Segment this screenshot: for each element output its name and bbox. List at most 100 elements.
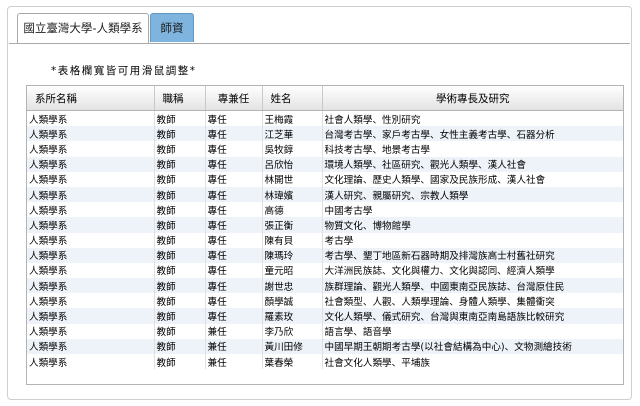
table-row[interactable]: 人類學系 教師 專任 顏學誠 社會類型、人觀、人類學理論、身體人類學、集體衝突 bbox=[27, 293, 623, 309]
cell-title: 教師 bbox=[154, 232, 206, 248]
cell-employment: 專任 bbox=[205, 202, 263, 218]
column-header-expertise[interactable]: 學術專長及研究 bbox=[322, 86, 623, 111]
table-row[interactable]: 人類學系 教師 專任 林開世 文化理論、歷史人類學、國家及民族形成、漢人社會 bbox=[27, 171, 623, 187]
cell-name: 葉春榮 bbox=[262, 354, 323, 370]
cell-name: 林瑋嬪 bbox=[262, 186, 323, 203]
cell-expertise: 考古學 bbox=[324, 236, 354, 248]
cell-title: 教師 bbox=[154, 186, 206, 203]
cell-department: 人類學系 bbox=[27, 308, 155, 324]
table-row[interactable]: 人類學系 教師 專任 陳有貝 考古學 bbox=[27, 232, 623, 248]
cell-title: 教師 bbox=[154, 308, 206, 324]
cell-employment: 專任 bbox=[205, 141, 263, 157]
cell-name: 顏學誠 bbox=[262, 293, 323, 309]
faculty-table: 系所名稱 職稱 專兼任 姓名 學術專長及研究 人類學系 教師 專任 王梅霞 社會人類學、… bbox=[26, 85, 624, 385]
table-row[interactable]: 人類學系 教師 兼任 李乃欣 語言學、語音學 bbox=[27, 323, 623, 339]
table-row[interactable]: 人類學系 教師 專任 呂欣怡 環境人類學、社區研究、觀光人類學、漢人社會 bbox=[27, 156, 623, 172]
cell-name: 羅素玫 bbox=[262, 308, 323, 324]
cell-name: 陳瑪玲 bbox=[262, 247, 323, 263]
cell-department: 人類學系 bbox=[27, 262, 155, 279]
table-row[interactable]: 人類學系 教師 專任 林瑋嬪 漢人研究、親屬研究、宗教人類學 bbox=[27, 186, 623, 203]
cell-expertise: 文化人類學、儀式研究、台灣與東南亞南島語族比較研究 bbox=[322, 308, 623, 324]
cell-department: 人類學系 bbox=[27, 171, 155, 187]
cell-department: 人類學系 bbox=[27, 126, 155, 142]
cell-expertise: 科技考古學、地景考古學 bbox=[324, 144, 431, 156]
column-resize-hint: *表格欄寬皆可用滑鼠調整* bbox=[51, 65, 197, 77]
cell-name: 李乃欣 bbox=[262, 323, 323, 339]
tab-department[interactable]: 國立臺灣大學-人類學系 bbox=[17, 13, 149, 43]
cell-employment: 專任 bbox=[205, 186, 263, 203]
cell-department: 人類學系 bbox=[27, 354, 155, 370]
cell-title: 教師 bbox=[154, 338, 206, 354]
cell-name: 童元昭 bbox=[262, 262, 323, 279]
cell-name: 江芝華 bbox=[262, 126, 323, 142]
cell-title: 教師 bbox=[154, 323, 206, 339]
cell-expertise: 族群理論、觀光人類學、中國東南亞民族誌、台灣原住民 bbox=[322, 278, 623, 294]
table-row[interactable]: 人類學系 教師 專任 王梅霞 社會人類學、性別研究 bbox=[27, 110, 623, 127]
cell-expertise: 漢人研究、親屬研究、宗教人類學 bbox=[322, 186, 623, 203]
cell-department: 人類學系 bbox=[27, 202, 155, 218]
table-row[interactable]: 人類學系 教師 兼任 黃川田修 中國早期王朝期考古學(以社會結構為中心)、文物測繪技術 bbox=[27, 338, 623, 354]
cell-title: 教師 bbox=[154, 110, 206, 127]
cell-title: 教師 bbox=[154, 141, 206, 157]
cell-expertise: 文化理論、歷史人類學、國家及民族形成、漢人社會 bbox=[324, 175, 546, 187]
table-row[interactable]: 人類學系 教師 專任 謝世忠 族群理論、觀光人類學、中國東南亞民族誌、台灣原住民 bbox=[27, 278, 623, 294]
cell-expertise: 中國考古學 bbox=[324, 205, 373, 217]
column-header-department[interactable]: 系所名稱 bbox=[27, 86, 155, 111]
cell-expertise: 大洋洲民族誌、文化與權力、文化與認同、經濟人類學 bbox=[324, 266, 555, 278]
cell-title: 教師 bbox=[154, 202, 206, 218]
cell-employment: 專任 bbox=[205, 308, 263, 324]
cell-title: 教師 bbox=[154, 156, 206, 172]
cell-name: 謝世忠 bbox=[262, 278, 323, 294]
cell-employment: 專任 bbox=[205, 278, 263, 294]
cell-department: 人類學系 bbox=[27, 156, 155, 172]
cell-expertise: 環境人類學、社區研究、觀光人類學、漢人社會 bbox=[322, 156, 623, 172]
cell-title: 教師 bbox=[154, 293, 206, 309]
table-row[interactable]: 人類學系 教師 兼任 葉春榮 社會文化人類學、平埔族 bbox=[27, 354, 623, 370]
cell-title: 教師 bbox=[154, 278, 206, 294]
cell-name: 張正衡 bbox=[262, 217, 323, 233]
tab-bar: 國立臺灣大學-人類學系 師資 bbox=[9, 8, 630, 44]
cell-name: 黃川田修 bbox=[262, 338, 323, 354]
tab-faculty[interactable]: 師資 bbox=[150, 13, 194, 42]
column-header-title[interactable]: 職稱 bbox=[154, 86, 206, 111]
table-row[interactable]: 人類學系 教師 專任 羅素玫 文化人類學、儀式研究、台灣與東南亞南島語族比較研究 bbox=[27, 308, 623, 324]
cell-employment: 專任 bbox=[205, 126, 263, 142]
cell-employment: 專任 bbox=[205, 247, 263, 263]
cell-expertise: 台灣考古學、家戶考古學、女性主義考古學、石器分析 bbox=[322, 126, 623, 142]
cell-name: 呂欣怡 bbox=[262, 156, 323, 172]
cell-department: 人類學系 bbox=[27, 278, 155, 294]
cell-department: 人類學系 bbox=[27, 110, 155, 127]
table-row[interactable]: 人類學系 教師 專任 童元昭 大洋洲民族誌、文化與權力、文化與認同、經濟人類學 bbox=[27, 262, 623, 279]
cell-employment: 專任 bbox=[205, 232, 263, 248]
cell-department: 人類學系 bbox=[27, 247, 155, 263]
cell-employment: 專任 bbox=[205, 156, 263, 172]
cell-employment: 專任 bbox=[205, 171, 263, 187]
cell-name: 王梅霞 bbox=[262, 110, 323, 127]
cell-title: 教師 bbox=[154, 126, 206, 142]
cell-department: 人類學系 bbox=[27, 293, 155, 309]
cell-name: 高德 bbox=[262, 202, 323, 218]
cell-name: 吳牧錞 bbox=[262, 141, 323, 157]
cell-expertise: 社會文化人類學、平埔族 bbox=[324, 357, 431, 369]
table-row[interactable]: 人類學系 教師 專任 江芝華 台灣考古學、家戶考古學、女性主義考古學、石器分析 bbox=[27, 126, 623, 142]
cell-title: 教師 bbox=[154, 171, 206, 187]
cell-expertise: 物質文化、博物館學 bbox=[322, 217, 623, 233]
cell-employment: 專任 bbox=[205, 293, 263, 309]
cell-employment: 專任 bbox=[205, 262, 263, 279]
cell-department: 人類學系 bbox=[27, 141, 155, 157]
cell-department: 人類學系 bbox=[27, 338, 155, 354]
cell-expertise: 社會人類學、性別研究 bbox=[324, 114, 421, 126]
table-row[interactable]: 人類學系 教師 專任 高德 中國考古學 bbox=[27, 202, 623, 218]
cell-name: 陳有貝 bbox=[262, 232, 323, 248]
cell-title: 教師 bbox=[154, 354, 206, 370]
table-row[interactable]: 人類學系 教師 專任 張正衡 物質文化、博物館學 bbox=[27, 217, 623, 233]
table-row[interactable]: 人類學系 教師 專任 吳牧錞 科技考古學、地景考古學 bbox=[27, 141, 623, 157]
column-header-name[interactable]: 姓名 bbox=[262, 86, 323, 111]
cell-employment: 專任 bbox=[205, 217, 263, 233]
table-row[interactable]: 人類學系 教師 專任 陳瑪玲 考古學、墾丁地區新石器時期及排灣族高士村舊社研究 bbox=[27, 247, 623, 263]
column-header-employment[interactable]: 專兼任 bbox=[205, 86, 263, 111]
cell-expertise: 考古學、墾丁地區新石器時期及排灣族高士村舊社研究 bbox=[322, 247, 623, 263]
cell-department: 人類學系 bbox=[27, 217, 155, 233]
table-header-row: 系所名稱 職稱 專兼任 姓名 學術專長及研究 bbox=[27, 86, 623, 111]
cell-title: 教師 bbox=[154, 247, 206, 263]
